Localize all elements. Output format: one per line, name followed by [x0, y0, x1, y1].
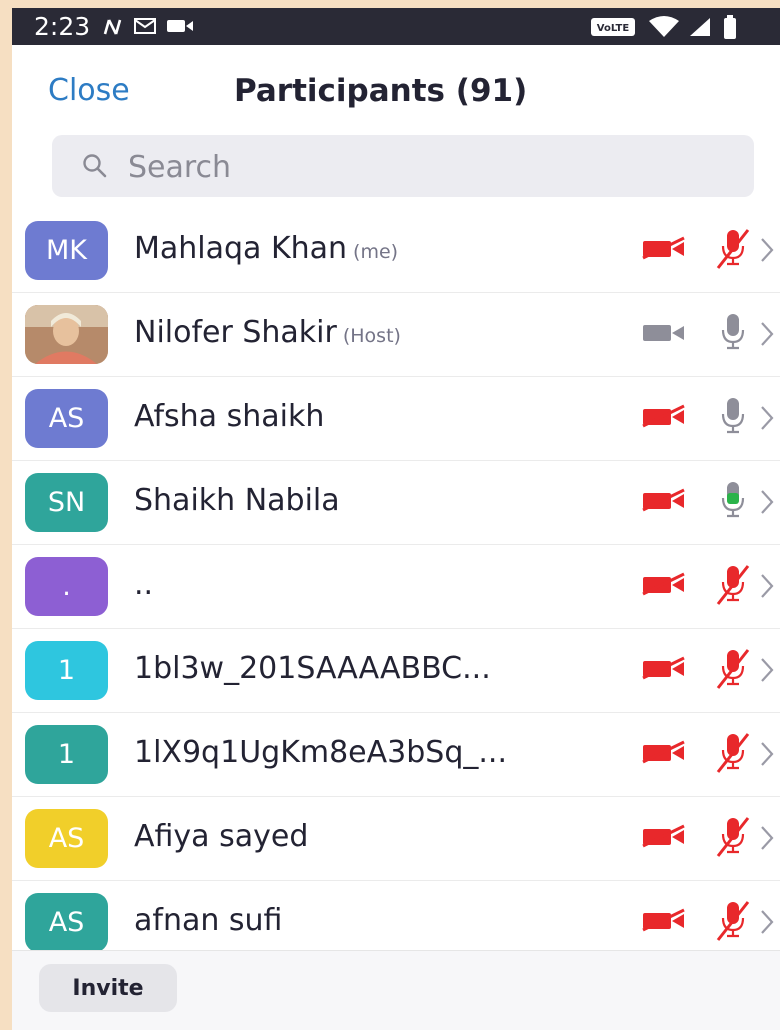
participant-name-wrap: 1bl3w_201SAAAABBC... [134, 651, 491, 686]
avatar-initials: AS [48, 907, 85, 938]
wifi-icon [649, 16, 679, 37]
participant-name-wrap: Mahlaqa Khan (me) [134, 231, 398, 266]
participant-name-wrap: 1lX9q1UgKm8eA3bSq_... [134, 735, 507, 770]
video-off-icon [640, 572, 688, 602]
participant-row[interactable]: AS Afsha shaikh [12, 377, 780, 461]
mic-muted-icon [712, 646, 754, 696]
footer: Invite [12, 950, 780, 1030]
avatar: MK [25, 221, 108, 280]
chevron-right-icon [760, 489, 774, 519]
participant-name-wrap: .. [134, 567, 153, 602]
participants-screen: 2:23 VoLTE Close Participants (91) Searc… [12, 8, 780, 1030]
avatar-initials: 1 [57, 655, 76, 686]
participant-name-wrap: Afiya sayed [134, 819, 308, 854]
chevron-right-icon [760, 825, 774, 855]
mic-muted-icon [712, 814, 754, 864]
participant-name: Afsha shaikh [134, 399, 325, 434]
participant-role-tag: (Host) [342, 325, 401, 347]
chevron-right-icon [760, 405, 774, 435]
avatar-initials: AS [48, 403, 85, 434]
volte-icon: VoLTE [591, 18, 635, 36]
participant-name: Nilofer Shakir [134, 315, 337, 350]
avatar-initials: SN [47, 487, 86, 518]
mic-speaking-icon [712, 478, 754, 528]
header: Close Participants (91) [12, 45, 780, 133]
search-bar[interactable] [52, 135, 754, 197]
participant-name-wrap: Shaikh Nabila [134, 483, 340, 518]
participant-name: afnan sufi [134, 903, 283, 938]
n-signal-icon [103, 19, 122, 35]
participant-name: Afiya sayed [134, 819, 309, 854]
video-off-icon [640, 656, 688, 686]
avatar: AS [25, 389, 108, 448]
close-button[interactable]: Close [48, 73, 130, 108]
participant-name: Shaikh Nabila [134, 483, 340, 518]
avatar: AS [25, 809, 108, 868]
avatar-initials: MK [45, 235, 87, 266]
battery-icon [724, 15, 736, 39]
video-off-icon [640, 404, 688, 434]
video-camera-icon [640, 320, 688, 350]
invite-button[interactable]: Invite [39, 964, 177, 1012]
participant-row[interactable]: 1 1bl3w_201SAAAABBC... [12, 629, 780, 713]
chevron-right-icon [760, 573, 774, 603]
avatar-initials: AS [48, 823, 85, 854]
chevron-right-icon [760, 321, 774, 351]
mic-icon [712, 394, 754, 444]
status-bar: 2:23 VoLTE [12, 8, 780, 45]
participant-name: Mahlaqa Khan [134, 231, 348, 266]
participant-list: MK Mahlaqa Khan (me) Nilofer Shakir (Host) AS… [12, 209, 780, 965]
page-title: Participants (91) [234, 73, 528, 109]
avatar-initials: 1 [57, 739, 76, 770]
video-off-icon [640, 908, 688, 938]
search-input[interactable] [126, 144, 730, 190]
mic-muted-icon [712, 226, 754, 276]
video-off-icon [640, 236, 688, 266]
chevron-right-icon [760, 741, 774, 771]
participant-row[interactable]: ... [12, 545, 780, 629]
participant-name: .. [134, 567, 154, 602]
chevron-right-icon [760, 909, 774, 939]
participant-role-tag: (me) [353, 241, 399, 263]
mic-muted-icon [712, 730, 754, 780]
participant-name: 1bl3w_201SAAAABBC... [134, 651, 491, 686]
video-off-icon [640, 824, 688, 854]
avatar-photo [25, 305, 108, 364]
avatar: SN [25, 473, 108, 532]
search-icon [83, 154, 107, 178]
avatar: 1 [25, 641, 108, 700]
avatar: 1 [25, 725, 108, 784]
svg-text:VoLTE: VoLTE [597, 23, 630, 34]
participant-row[interactable]: 1 1lX9q1UgKm8eA3bSq_... [12, 713, 780, 797]
video-icon [167, 20, 193, 32]
avatar: AS [25, 893, 108, 952]
participant-name-wrap: Nilofer Shakir (Host) [134, 315, 401, 350]
participant-row[interactable]: SN Shaikh Nabila [12, 461, 780, 545]
avatar-initials: . [62, 571, 71, 602]
gmail-icon [134, 18, 156, 34]
participant-row[interactable]: MK Mahlaqa Khan (me) [12, 209, 780, 293]
avatar: . [25, 557, 108, 616]
mic-muted-icon [712, 562, 754, 612]
participant-row[interactable]: AS Afiya sayed [12, 797, 780, 881]
video-off-icon [640, 740, 688, 770]
participant-name-wrap: Afsha shaikh [134, 399, 324, 434]
participant-name-wrap: afnan sufi [134, 903, 282, 938]
cell-signal-icon [690, 18, 710, 36]
chevron-right-icon [760, 237, 774, 267]
status-time: 2:23 [34, 12, 91, 41]
mic-muted-icon [712, 898, 754, 948]
chevron-right-icon [760, 657, 774, 687]
participant-name: 1lX9q1UgKm8eA3bSq_... [134, 735, 507, 770]
participant-row[interactable]: Nilofer Shakir (Host) [12, 293, 780, 377]
mic-icon [712, 310, 754, 360]
video-off-icon [640, 488, 688, 518]
